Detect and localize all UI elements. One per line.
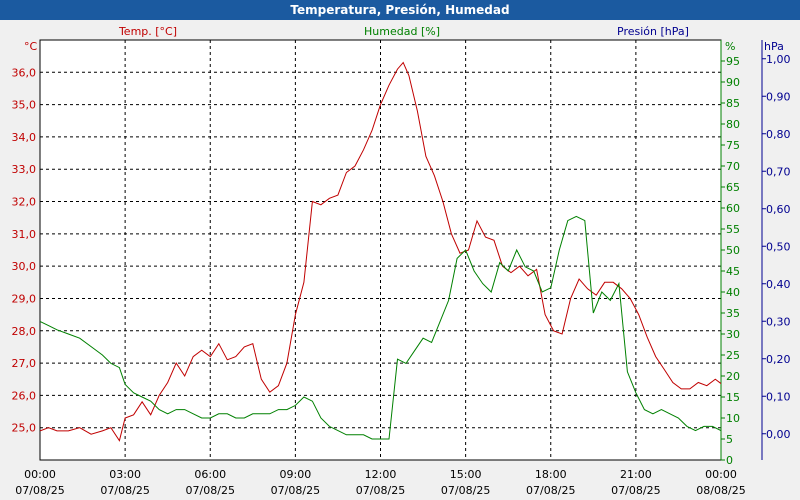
y-tick-humidity: 35	[726, 307, 740, 320]
y-tick-humidity: 85	[726, 97, 740, 110]
y-tick-pressure: 0,50	[766, 240, 791, 253]
y-tick-humidity: 90	[726, 76, 740, 89]
y-tick-humidity: 55	[726, 223, 740, 236]
y-tick-temp: 36,0	[12, 66, 37, 79]
y-tick-temp: 32,0	[12, 196, 37, 209]
y-tick-pressure: 1,00	[766, 53, 791, 66]
x-tick-date: 07/08/25	[100, 484, 149, 497]
y-tick-pressure: 0,40	[766, 278, 791, 291]
legend-humidity: Humedad [%]	[364, 25, 440, 38]
y-tick-temp: 33,0	[12, 163, 37, 176]
window-title: Temperatura, Presión, Humedad	[0, 0, 800, 20]
y-tick-humidity: 75	[726, 139, 740, 152]
y-tick-humidity: 5	[726, 433, 733, 446]
legend-temp: Temp. [°C]	[118, 25, 177, 38]
x-tick-date: 07/08/25	[441, 484, 490, 497]
y-tick-temp: 25,0	[12, 422, 37, 435]
y-tick-humidity: 40	[726, 286, 740, 299]
y-tick-temp: 30,0	[12, 260, 37, 273]
x-tick-time: 03:00	[109, 468, 141, 481]
unit-humidity: %	[725, 40, 735, 53]
y-tick-temp: 35,0	[12, 99, 37, 112]
x-tick-time: 09:00	[280, 468, 312, 481]
y-tick-pressure: 0,30	[766, 315, 791, 328]
y-tick-humidity: 65	[726, 181, 740, 194]
x-tick-time: 06:00	[194, 468, 226, 481]
y-tick-temp: 26,0	[12, 389, 37, 402]
y-tick-humidity: 70	[726, 160, 740, 173]
y-tick-humidity: 60	[726, 202, 740, 215]
y-tick-pressure: 0,90	[766, 90, 791, 103]
x-tick-date: 07/08/25	[611, 484, 660, 497]
x-tick-time: 12:00	[365, 468, 397, 481]
y-tick-humidity: 25	[726, 349, 740, 362]
y-tick-humidity: 10	[726, 412, 740, 425]
y-tick-humidity: 20	[726, 370, 740, 383]
y-tick-temp: 34,0	[12, 131, 37, 144]
y-tick-pressure: 0,70	[766, 165, 791, 178]
x-tick-date: 07/08/25	[186, 484, 235, 497]
y-tick-temp: 29,0	[12, 292, 37, 305]
x-tick-date: 07/08/25	[356, 484, 405, 497]
y-tick-pressure: 0,20	[766, 353, 791, 366]
chart: 00:00 07/08/25 03:00 07/08/25 06:00 07/08/25 0…	[0, 20, 800, 500]
x-tick-date: 07/08/25	[15, 484, 64, 497]
y-tick-humidity: 95	[726, 55, 740, 68]
y-tick-humidity: 50	[726, 244, 740, 257]
y-tick-pressure: 0,00	[766, 428, 791, 441]
y-tick-temp: 28,0	[12, 325, 37, 338]
unit-temp: °C	[24, 40, 38, 53]
unit-pressure: hPa	[764, 40, 784, 53]
y-tick-temp: 27,0	[12, 357, 37, 370]
y-tick-humidity: 15	[726, 391, 740, 404]
y-tick-humidity: 45	[726, 265, 740, 278]
x-tick-time: 00:00	[24, 468, 56, 481]
x-tick-time: 18:00	[535, 468, 567, 481]
x-tick-date: 08/08/25	[696, 484, 745, 497]
y-tick-temp: 31,0	[12, 228, 37, 241]
x-tick-time: 21:00	[620, 468, 652, 481]
x-tick-date: 07/08/25	[271, 484, 320, 497]
x-tick-time: 15:00	[450, 468, 482, 481]
y-tick-humidity: 30	[726, 328, 740, 341]
y-tick-pressure: 0,10	[766, 390, 791, 403]
x-tick-date: 07/08/25	[526, 484, 575, 497]
y-tick-pressure: 0,80	[766, 128, 791, 141]
y-tick-pressure: 0,60	[766, 203, 791, 216]
y-tick-humidity: 0	[726, 454, 733, 467]
y-tick-humidity: 80	[726, 118, 740, 131]
x-tick-time: 00:00	[705, 468, 737, 481]
legend-pressure: Presión [hPa]	[617, 25, 689, 38]
